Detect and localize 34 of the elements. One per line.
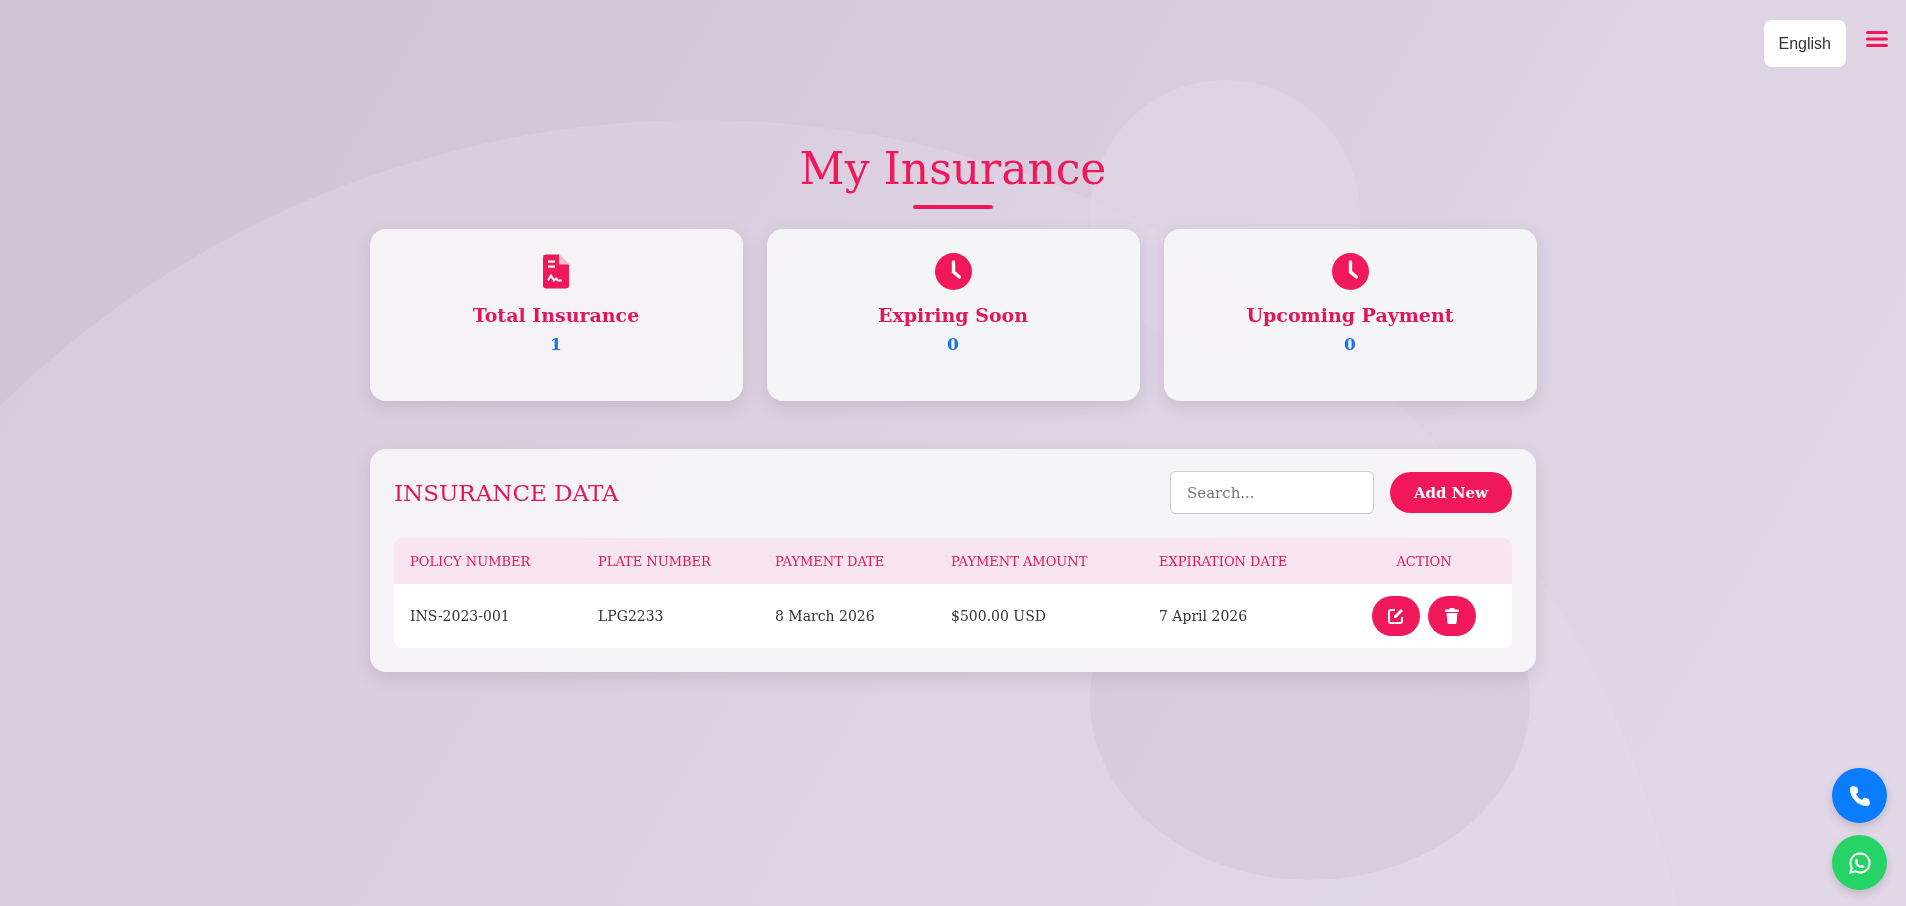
table-cell-text: $500.00 USD [950,608,1047,624]
document-icon [543,253,569,290]
table-cell-text: 8 March 2026 [774,608,876,624]
table-cell-text: 7 April 2026 [1158,608,1249,624]
chat-bubble-icon [1847,850,1872,875]
column-header: PLATE NUMBER [597,553,712,569]
column-header: PAYMENT AMOUNT [950,553,1089,569]
delete-button[interactable] [1428,596,1476,636]
column-header: POLICY NUMBER [409,553,532,569]
edit-icon [1388,608,1404,624]
stat-label: Upcoming Payment [1246,304,1454,326]
add-new-button[interactable]: Add New [1390,472,1512,513]
phone-button[interactable] [1832,768,1887,823]
clock-icon [1331,253,1369,290]
clock-icon [934,253,972,290]
search-field[interactable]: Search... [1170,471,1374,514]
column-header: PAYMENT DATE [774,553,886,569]
stat-value: 1 [550,334,562,354]
trash-icon [1445,608,1459,624]
menu-icon[interactable] [1866,29,1888,48]
language-button[interactable]: English [1763,20,1846,67]
table-cell-text: LPG2233 [597,608,665,624]
panel-title: INSURANCE DATA [394,479,619,506]
phone-icon [1847,783,1872,808]
whatsapp-button[interactable] [1832,835,1887,890]
stat-label: Expiring Soon [877,304,1029,326]
stat-value: 0 [1344,334,1356,354]
column-header: ACTION [1395,553,1453,569]
page-title: My Insurance [799,142,1107,196]
column-header: EXPIRATION DATE [1158,553,1289,569]
table-cell-text: INS-2023-001 [409,608,511,624]
edit-button[interactable] [1372,596,1420,636]
stat-label: Total Insurance [472,304,640,326]
stat-value: 0 [947,334,959,354]
